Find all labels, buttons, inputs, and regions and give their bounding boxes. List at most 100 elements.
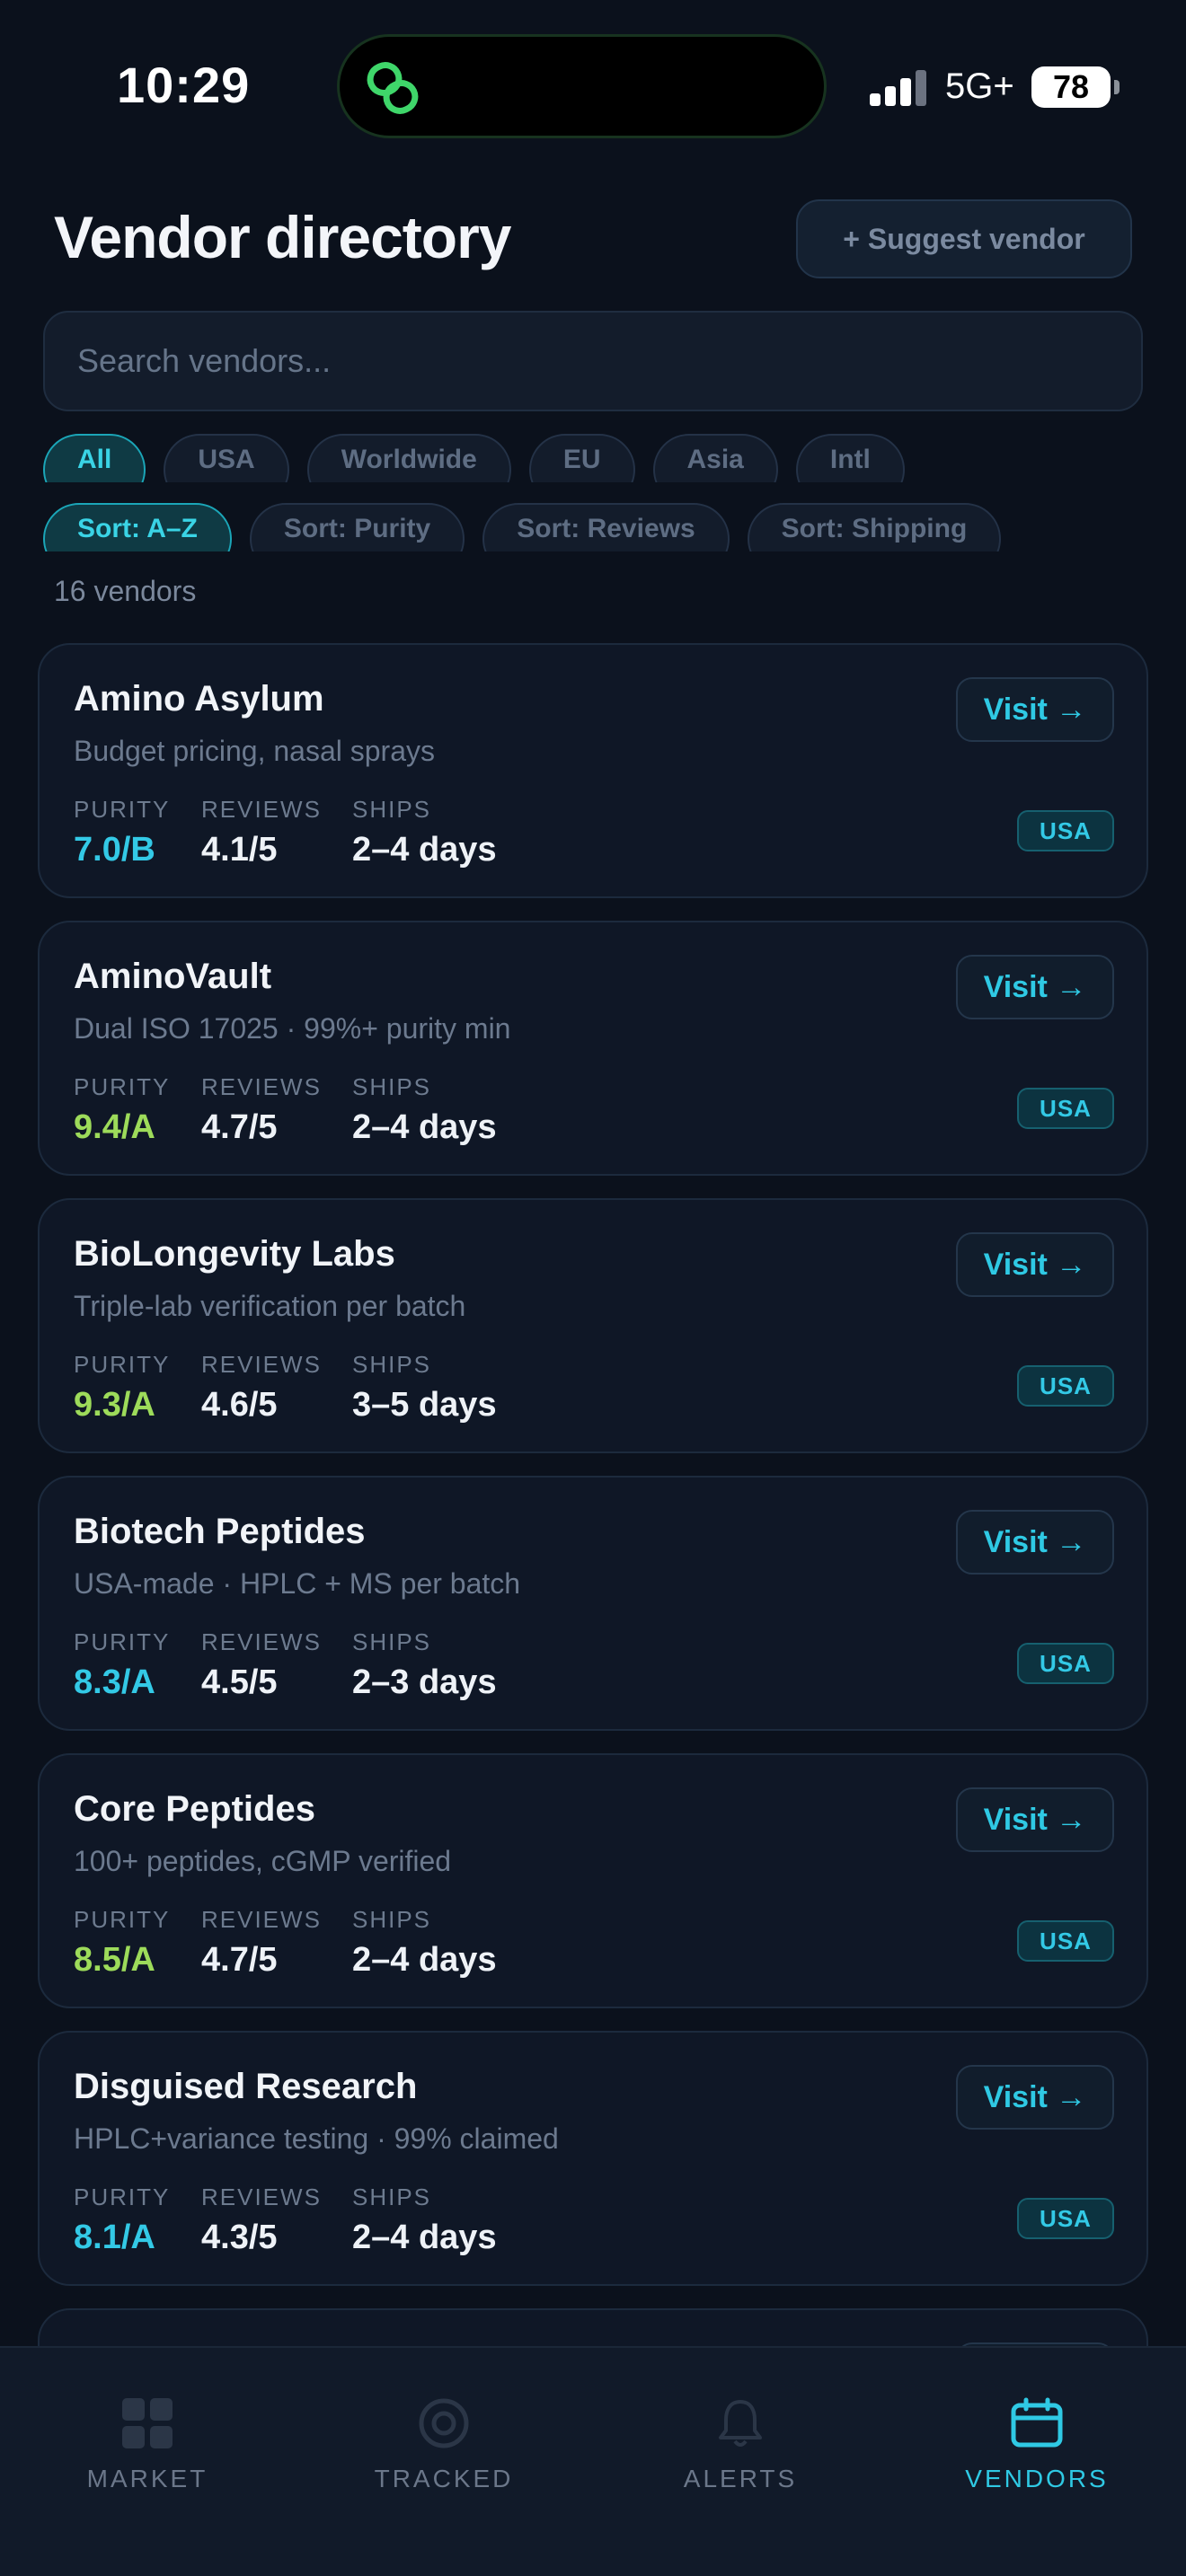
region-badge: USA xyxy=(1017,1365,1114,1407)
target-icon xyxy=(419,2398,469,2448)
sort-option-chip[interactable]: Sort: Purity xyxy=(249,503,465,551)
visit-button[interactable]: Visit → xyxy=(956,955,1114,1019)
tab-tracked[interactable]: TRACKED xyxy=(309,2396,579,2493)
visit-button[interactable]: Visit → xyxy=(956,1232,1114,1297)
search-box[interactable] xyxy=(43,311,1143,411)
reviews-stat: REVIEWS 4.3/5 xyxy=(201,2183,322,2257)
ships-value: 3–5 days xyxy=(352,1386,497,1424)
stat-label: SHIPS xyxy=(352,1906,432,1933)
visit-button[interactable]: Visit → xyxy=(956,677,1114,742)
ships-stat: SHIPS 2–4 days xyxy=(352,1906,497,1980)
ships-value: 2–4 days xyxy=(352,1941,497,1979)
stat-label: REVIEWS xyxy=(201,1906,322,1933)
reviews-stat: REVIEWS 4.1/5 xyxy=(201,796,322,869)
vendor-description: HPLC+variance testing · 99% claimed xyxy=(74,2122,559,2155)
search-input[interactable] xyxy=(77,342,1109,380)
region-filter-chip[interactable]: All xyxy=(43,434,146,482)
tab-alerts[interactable]: ALERTS xyxy=(606,2396,875,2493)
tab-vendors[interactable]: VENDORS xyxy=(902,2396,1172,2493)
stat-label: REVIEWS xyxy=(201,1073,322,1100)
ships-value: 2–4 days xyxy=(352,831,497,869)
stat-label: PURITY xyxy=(74,1073,171,1100)
region-filter-chip[interactable]: Asia xyxy=(652,434,778,482)
vendor-name: Biotech Peptides xyxy=(74,1512,366,1551)
vendor-description: Dual ISO 17025 · 99%+ purity min xyxy=(74,1012,511,1045)
suggest-vendor-button[interactable]: + Suggest vendor xyxy=(796,199,1132,278)
region-filter-chip[interactable]: USA xyxy=(164,434,289,482)
vendor-description: 100+ peptides, cGMP verified xyxy=(74,1845,452,1877)
ships-value: 2–3 days xyxy=(352,1663,497,1701)
stat-label: SHIPS xyxy=(352,2183,432,2210)
bell-icon xyxy=(719,2400,762,2447)
purity-value: 8.5/A xyxy=(74,1941,155,1979)
stat-label: SHIPS xyxy=(352,796,432,823)
reviews-stat: REVIEWS 4.7/5 xyxy=(201,1073,322,1147)
sort-option-chip[interactable]: Sort: Reviews xyxy=(482,503,730,551)
reviews-value: 4.6/5 xyxy=(201,1386,278,1424)
sort-option-chip[interactable]: Sort: Shipping xyxy=(747,503,1002,551)
tab-label: TRACKED xyxy=(374,2465,514,2492)
bottom-tab-bar: MARKET TRACKED ALERTS VENDORS xyxy=(0,2346,1186,2576)
stat-label: PURITY xyxy=(74,2183,171,2210)
ships-stat: SHIPS 2–3 days xyxy=(352,1628,497,1702)
vendor-name: AminoVault xyxy=(74,957,272,996)
tab-market[interactable]: MARKET xyxy=(13,2396,282,2493)
vendor-name: Disguised Research xyxy=(74,2067,418,2106)
stat-label: SHIPS xyxy=(352,1628,432,1655)
ships-stat: SHIPS 2–4 days xyxy=(352,2183,497,2257)
vendor-name: BioLongevity Labs xyxy=(74,1234,395,1274)
region-badge: USA xyxy=(1017,2198,1114,2239)
purity-stat: PURITY 8.5/A xyxy=(74,1906,170,1980)
region-filter-row: All USA Worldwide EU Asia Intl xyxy=(43,434,905,482)
stat-label: REVIEWS xyxy=(201,1628,322,1655)
ships-stat: SHIPS 2–4 days xyxy=(352,1073,497,1147)
vendor-name: Amino Asylum xyxy=(74,679,324,719)
region-badge: USA xyxy=(1017,1088,1114,1129)
network-type: 5G+ xyxy=(945,66,1014,106)
stat-label: PURITY xyxy=(74,796,171,823)
stat-label: REVIEWS xyxy=(201,1351,322,1378)
purity-value: 9.4/A xyxy=(74,1108,155,1146)
vendor-description: USA-made · HPLC + MS per batch xyxy=(74,1567,521,1600)
reviews-value: 4.3/5 xyxy=(201,2219,278,2256)
stat-label: PURITY xyxy=(74,1628,171,1655)
purity-stat: PURITY 8.3/A xyxy=(74,1628,170,1702)
vendor-count: 16 vendors xyxy=(54,575,197,607)
vendor-card[interactable]: Disguised Research HPLC+variance testing … xyxy=(38,2031,1148,2286)
vendor-card[interactable]: Biotech Peptides USA-made · HPLC + MS per… xyxy=(38,1476,1148,1731)
battery-icon: 78 xyxy=(1031,66,1120,108)
reviews-stat: REVIEWS 4.5/5 xyxy=(201,1628,322,1702)
vendor-card[interactable]: Core Peptides 100+ peptides, cGMP verifie… xyxy=(38,1753,1148,2008)
calendar-icon xyxy=(1011,2397,1063,2448)
vendor-card[interactable]: BioLongevity Labs Triple-lab verification… xyxy=(38,1198,1148,1453)
region-filter-chip[interactable]: Intl xyxy=(795,434,905,482)
vendor-card[interactable]: AminoVault Dual ISO 17025 · 99%+ purity m… xyxy=(38,921,1148,1176)
region-badge: USA xyxy=(1017,1643,1114,1684)
vendor-list: Amino Asylum Budget pricing, nasal sprays… xyxy=(38,643,1148,2576)
purity-stat: PURITY 8.1/A xyxy=(74,2183,170,2257)
purity-value: 8.1/A xyxy=(74,2219,155,2256)
sort-option-chip[interactable]: Sort: A–Z xyxy=(43,503,232,551)
grid-icon xyxy=(122,2398,173,2448)
purity-stat: PURITY 9.3/A xyxy=(74,1351,170,1425)
purity-value: 7.0/B xyxy=(74,831,155,869)
tab-label: MARKET xyxy=(86,2465,208,2492)
purity-value: 8.3/A xyxy=(74,1663,155,1701)
purity-stat: PURITY 7.0/B xyxy=(74,796,170,869)
vendor-card[interactable]: Amino Asylum Budget pricing, nasal sprays… xyxy=(38,643,1148,898)
region-filter-chip[interactable]: Worldwide xyxy=(306,434,511,482)
reviews-stat: REVIEWS 4.7/5 xyxy=(201,1906,322,1980)
status-bar: 10:29 5G+ 78 xyxy=(0,0,1186,162)
stat-label: REVIEWS xyxy=(201,796,322,823)
visit-button[interactable]: Visit → xyxy=(956,1510,1114,1575)
reviews-value: 4.1/5 xyxy=(201,831,278,869)
visit-button[interactable]: Visit → xyxy=(956,1787,1114,1852)
visit-button[interactable]: Visit → xyxy=(956,2065,1114,2130)
stat-label: PURITY xyxy=(74,1906,171,1933)
dynamic-island xyxy=(337,34,827,138)
reviews-stat: REVIEWS 4.6/5 xyxy=(201,1351,322,1425)
page-title: Vendor directory xyxy=(54,204,511,270)
link-icon xyxy=(367,62,419,114)
region-filter-chip[interactable]: EU xyxy=(528,434,635,482)
ships-stat: SHIPS 3–5 days xyxy=(352,1351,497,1425)
